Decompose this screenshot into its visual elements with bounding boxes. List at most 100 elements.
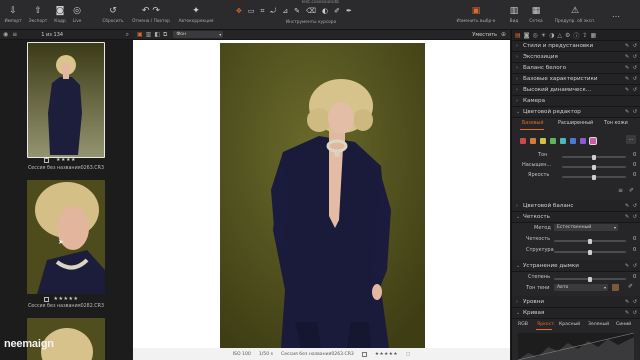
slider-knob[interactable]: [592, 154, 596, 160]
panel-hdr[interactable]: › Высокий динамическ... ✎ ↺: [512, 85, 640, 96]
slider-knob[interactable]: [588, 238, 592, 244]
annotate-tool-icon[interactable]: ✒: [346, 7, 352, 16]
more-options-icon[interactable]: …: [626, 135, 636, 144]
tab-skin-tone[interactable]: Тон кожи: [604, 121, 628, 126]
slider-knob[interactable]: [592, 174, 596, 180]
panel-actions-icon[interactable]: ✎ ↺: [625, 65, 638, 71]
list-icon[interactable]: ≡: [618, 187, 623, 194]
curve-tab-luma[interactable]: Яркост.: [537, 322, 555, 327]
exposure-warning-button[interactable]: ⚠ Предупр. об эксп.: [552, 0, 598, 30]
saturation-value[interactable]: 0: [633, 162, 636, 168]
saturation-slider[interactable]: [562, 164, 626, 170]
hue-slider[interactable]: [562, 154, 626, 160]
color-swatch[interactable]: [520, 138, 526, 144]
background-select[interactable]: Фон ▾: [173, 31, 224, 38]
tab-advanced[interactable]: Расширенный: [558, 121, 593, 126]
color-swatch[interactable]: [570, 138, 576, 144]
slider-knob[interactable]: [588, 276, 592, 282]
layers-icon[interactable]: ⧉: [163, 31, 167, 39]
thumbnail-selected[interactable]: [27, 42, 105, 158]
rotate-tool-icon[interactable]: ⤾: [270, 7, 276, 16]
picker-icon[interactable]: ✐: [628, 283, 633, 290]
dehaze-amount-value[interactable]: 0: [633, 274, 636, 280]
gradient-tool-icon[interactable]: ◐: [322, 7, 328, 16]
grid-button[interactable]: ▦ Сетка: [526, 0, 546, 30]
structure-slider[interactable]: [554, 249, 626, 255]
filter-icon[interactable]: ≡: [12, 31, 17, 38]
panel-levels[interactable]: › Уровни ✎ ↺: [512, 297, 640, 308]
fit-label[interactable]: Уместить: [472, 32, 497, 38]
slider-knob[interactable]: [588, 249, 592, 255]
output-tab-icon[interactable]: ⇪: [582, 32, 587, 39]
clarity-method-select[interactable]: Естественный ▾: [554, 224, 618, 231]
curve-tab-rgb[interactable]: RGB: [518, 322, 528, 327]
panel-actions-icon[interactable]: ✎ ↺: [625, 299, 638, 305]
rating-stars[interactable]: ★★★★★: [375, 352, 398, 357]
brush-tool-icon[interactable]: ✎: [294, 7, 300, 16]
color-tab-icon[interactable]: ◑: [549, 32, 554, 39]
picker-tool-icon[interactable]: ✐: [334, 7, 340, 16]
import-button[interactable]: ⇩ Импорт: [2, 0, 24, 30]
color-swatch[interactable]: [560, 138, 566, 144]
select-checkbox[interactable]: [361, 351, 367, 357]
image-viewer[interactable]: [133, 40, 510, 348]
capture-button[interactable]: ◙ Кадр: [52, 0, 68, 30]
panel-actions-icon[interactable]: ✎ ↺: [625, 263, 638, 269]
panel-color-editor[interactable]: ⌄ Цветовой редактор ✎ ↺: [512, 107, 640, 118]
undo-redo-button[interactable]: ↶ ↷ Отмена / Повтор: [130, 0, 172, 30]
crop-tool-icon[interactable]: ⌗: [261, 7, 265, 16]
panel-curve[interactable]: ⌄ Кривая ✎ ↺: [512, 308, 640, 319]
panel-styles[interactable]: › Стили и предустановки ✎ ↺: [512, 41, 640, 52]
export-button[interactable]: ⇧ Экспорт: [26, 0, 50, 30]
panel-actions-icon[interactable]: ✎ ↺: [625, 76, 638, 82]
panel-actions-icon[interactable]: ✎ ↺: [625, 310, 638, 316]
panel-basic[interactable]: › Базовые характеристики ✎ ↺: [512, 74, 640, 85]
reset-button[interactable]: ↺ Сбросить: [100, 0, 126, 30]
color-swatch[interactable]: [580, 138, 586, 144]
capture-tab-icon[interactable]: ◙: [524, 32, 530, 39]
panel-actions-icon[interactable]: ✎ ↺: [625, 87, 638, 93]
adjust-tab-icon[interactable]: ⚙: [565, 32, 570, 39]
clarity-slider[interactable]: [554, 238, 626, 244]
lightness-value[interactable]: 0: [633, 172, 636, 178]
panel-actions-icon[interactable]: ✎ ↺: [625, 54, 638, 60]
picker-icon[interactable]: ✐: [629, 187, 634, 194]
rating-stars[interactable]: ★★★★★: [0, 296, 132, 302]
clarity-value[interactable]: 0: [633, 236, 636, 242]
color-swatch[interactable]: [589, 137, 597, 145]
more-icon[interactable]: …: [612, 10, 620, 19]
auto-adjust-button[interactable]: ✦ Автокоррекция: [176, 0, 216, 30]
compare-icon[interactable]: ◧: [154, 31, 160, 38]
lightness-slider[interactable]: [562, 174, 626, 180]
color-tag-icon[interactable]: ▢: [406, 352, 410, 357]
color-swatch[interactable]: [550, 138, 556, 144]
edit-selection-button[interactable]: ▣ Изменить выбр-е: [452, 0, 500, 30]
panel-dehaze[interactable]: ⌄ Устранение дымки ✎ ↺: [512, 261, 640, 272]
keystone-tool-icon[interactable]: ⊿: [282, 7, 288, 16]
panel-actions-icon[interactable]: ✎ ↺: [625, 109, 638, 115]
panel-actions-icon[interactable]: ✎ ↺: [625, 43, 638, 49]
lens-tab-icon[interactable]: ◎: [533, 32, 538, 39]
shadow-tone-select[interactable]: Авто ▾: [554, 284, 608, 291]
panel-actions-icon[interactable]: ✎ ↺: [625, 203, 638, 209]
panel-white-balance[interactable]: › Баланс белого ✎ ↺: [512, 63, 640, 74]
single-view-icon[interactable]: ▣: [137, 31, 143, 38]
hue-value[interactable]: 0: [633, 152, 636, 158]
rating-stars[interactable]: ★★★★: [0, 157, 132, 163]
curve-tab-red[interactable]: Красный: [559, 322, 580, 327]
eraser-tool-icon[interactable]: ⌫: [306, 7, 316, 16]
color-swatch[interactable]: [530, 138, 536, 144]
library-tab-icon[interactable]: ▤: [515, 32, 521, 39]
dehaze-amount-slider[interactable]: [554, 276, 626, 282]
panel-actions-icon[interactable]: ✎ ↺: [625, 214, 638, 220]
multi-view-icon[interactable]: ▥: [146, 31, 152, 38]
panel-color-balance[interactable]: › Цветовой баланс ✎ ↺: [512, 201, 640, 212]
structure-value[interactable]: 0: [633, 247, 636, 253]
tab-basic[interactable]: Базовый: [522, 121, 543, 126]
slider-knob[interactable]: [592, 164, 596, 170]
panel-clarity[interactable]: ⌄ Четкость ✎ ↺: [512, 212, 640, 223]
color-swatch[interactable]: [540, 138, 546, 144]
details-tab-icon[interactable]: △: [557, 32, 562, 39]
search-icon[interactable]: ⌕: [126, 31, 129, 39]
meta-tab-icon[interactable]: ⓘ: [573, 31, 579, 40]
